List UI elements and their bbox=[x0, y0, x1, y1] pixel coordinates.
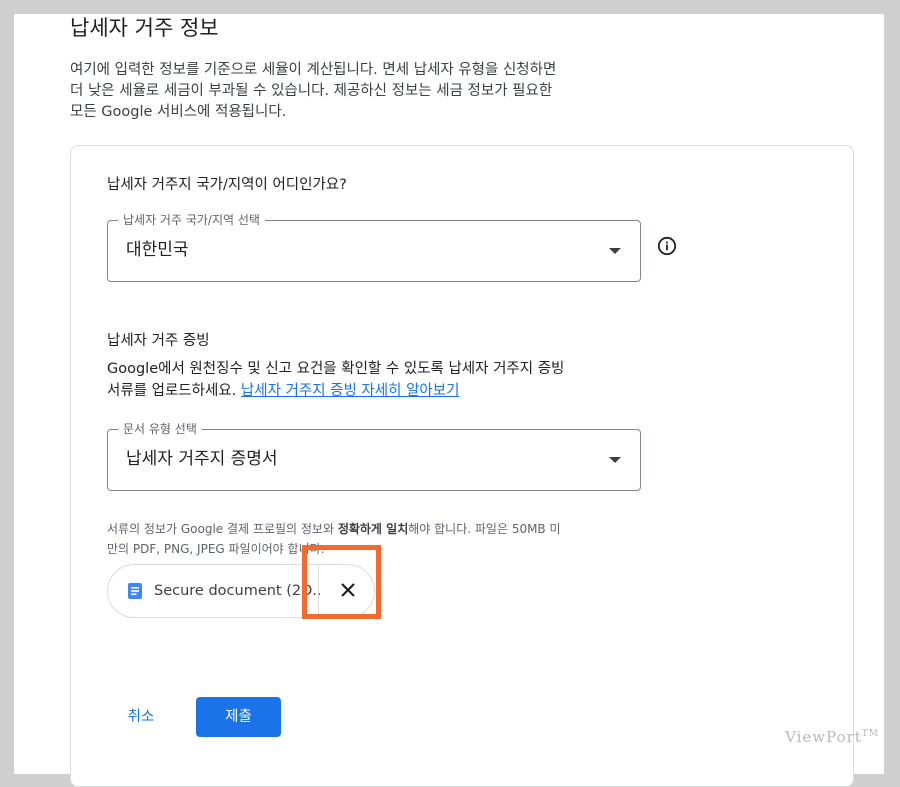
note-line: 만의 PDF, PNG, JPEG 파일이어야 합니다. bbox=[107, 542, 325, 556]
uploaded-file-name: Secure document (2D.. bbox=[154, 583, 322, 599]
proof-desc-line: Google에서 원천징수 및 신고 요건을 확인할 수 있도록 납세자 거주지… bbox=[107, 361, 565, 377]
document-type-value: 납세자 거주지 증명서 bbox=[126, 449, 278, 469]
residency-card: 납세자 거주지 국가/지역이 어디인가요? 납세자 거주 국가/지역 선택 대한… bbox=[70, 145, 854, 787]
watermark-text: ViewPort bbox=[785, 728, 862, 746]
uploaded-file-chip: Secure document (2D.. bbox=[107, 564, 375, 618]
page-title: 납세자 거주 정보 bbox=[70, 16, 219, 40]
intro-text: 여기에 입력한 정보를 기준으로 세율이 계산됩니다. 면세 납세자 유형을 신… bbox=[70, 60, 670, 123]
residence-question: 납세자 거주지 국가/지역이 어디인가요? bbox=[107, 177, 347, 193]
document-icon bbox=[128, 583, 142, 599]
country-select-label: 납세자 거주 국가/지역 선택 bbox=[118, 212, 265, 228]
note-part: 서류의 정보가 Google 결제 프로필의 정보와 bbox=[107, 522, 338, 536]
note-bold: 정확하게 일치 bbox=[337, 522, 409, 536]
proof-desc-line: 서류를 업로드하세요. 납세자 거주지 증빙 자세히 알아보기 bbox=[107, 380, 647, 402]
dropdown-arrow-icon bbox=[609, 457, 621, 463]
remove-file-button[interactable] bbox=[318, 565, 375, 617]
proof-desc-prefix: 서류를 업로드하세요. bbox=[107, 383, 241, 399]
close-icon bbox=[341, 583, 355, 597]
tax-residency-page: 납세자 거주 정보 여기에 입력한 정보를 기준으로 세율이 계산됩니다. 면세… bbox=[14, 14, 884, 787]
intro-line: 모든 Google 서비스에 적용됩니다. bbox=[70, 104, 287, 120]
proof-title: 납세자 거주 증빙 bbox=[107, 333, 210, 349]
document-type-select[interactable]: 문서 유형 선택 납세자 거주지 증명서 bbox=[107, 421, 641, 491]
viewport-watermark: ViewPortTM bbox=[785, 728, 879, 746]
intro-line: 여기에 입력한 정보를 기준으로 세율이 계산됩니다. 면세 납세자 유형을 신… bbox=[70, 62, 557, 78]
document-type-label: 문서 유형 선택 bbox=[118, 421, 202, 437]
intro-line: 더 낮은 세율로 세금이 부과될 수 있습니다. 제공하신 정보는 세금 정보가… bbox=[70, 83, 553, 99]
country-select-value: 대한민국 bbox=[126, 240, 189, 260]
file-requirements-note: 서류의 정보가 Google 결제 프로필의 정보와 정확하게 일치해야 합니다… bbox=[107, 519, 667, 559]
info-circle-icon[interactable] bbox=[657, 236, 677, 256]
dropdown-arrow-icon bbox=[609, 248, 621, 254]
note-part: 해야 합니다. 파일은 50MB 미 bbox=[408, 522, 561, 536]
watermark-mark: TM bbox=[861, 729, 880, 739]
learn-more-link[interactable]: 납세자 거주지 증빙 자세히 알아보기 bbox=[241, 383, 460, 399]
country-select[interactable]: 납세자 거주 국가/지역 선택 대한민국 bbox=[107, 212, 641, 282]
note-line: 서류의 정보가 Google 결제 프로필의 정보와 정확하게 일치해야 합니다… bbox=[107, 519, 667, 539]
submit-button[interactable]: 제출 bbox=[196, 697, 281, 737]
cancel-button[interactable]: 취소 bbox=[111, 697, 171, 737]
proof-description: Google에서 원천징수 및 신고 요건을 확인할 수 있도록 납세자 거주지… bbox=[107, 358, 647, 402]
